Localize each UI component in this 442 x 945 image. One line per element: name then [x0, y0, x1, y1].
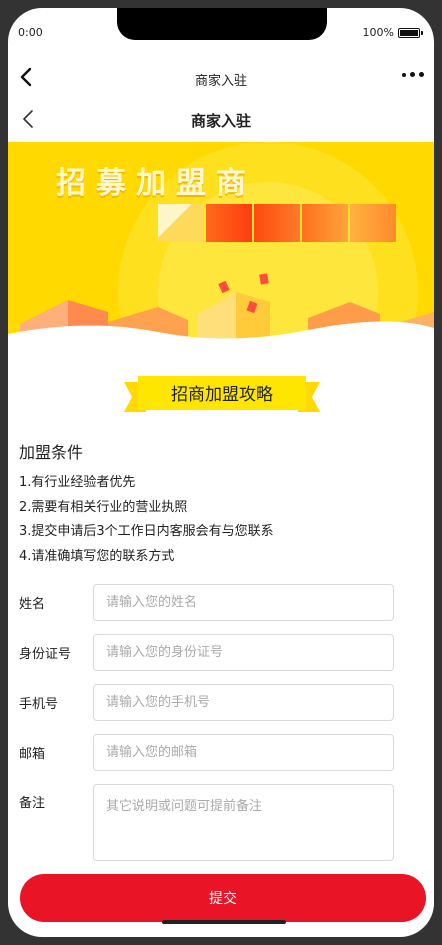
conditions-heading: 加盟条件: [19, 443, 84, 462]
pixelated-subtitle: [158, 204, 396, 242]
battery-icon: [398, 27, 423, 38]
remark-textarea[interactable]: [93, 784, 394, 861]
home-indicator: [162, 920, 286, 924]
id-card-input[interactable]: [93, 634, 394, 671]
banner-headline: 招募加盟商: [56, 166, 256, 201]
name-label: 姓名: [19, 597, 46, 612]
battery-status: 100%: [362, 26, 423, 39]
form-row-phone: 手机号: [8, 684, 434, 722]
page-header: 商家入驻: [8, 104, 434, 140]
page-title: 商家入驻: [190, 112, 251, 130]
phone-input[interactable]: [93, 684, 394, 721]
phone-screen: 0:00 100% 商家入驻 商家入驻 招募加盟商 招商加盟攻略 加盟条件 1.…: [8, 8, 434, 937]
submit-button[interactable]: 提交: [20, 874, 426, 922]
remark-label: 备注: [19, 796, 46, 811]
section-title: 招商加盟攻略: [171, 385, 273, 405]
form-row-name: 姓名: [8, 584, 434, 622]
list-item: 4.请准确填写您的联系方式: [19, 548, 175, 564]
list-item: 2.需要有相关行业的营业执照: [19, 499, 188, 515]
list-item: 3.提交申请后3个工作日内客服会有与您联系: [19, 524, 274, 539]
list-item: 1.有行业经验者优先: [19, 475, 136, 490]
more-dots-icon[interactable]: [402, 72, 424, 77]
conditions-list: 1.有行业经验者优先 2.需要有相关行业的营业执照 3.提交申请后3个工作日内客…: [19, 471, 274, 569]
battery-percent: 100%: [362, 26, 394, 39]
recruit-banner: 招募加盟商: [8, 142, 434, 344]
id-card-label: 身份证号: [19, 647, 72, 662]
email-input[interactable]: [93, 734, 394, 771]
status-time: 0:00: [18, 26, 43, 39]
email-label: 邮箱: [19, 747, 46, 762]
mini-program-title: 商家入驻: [194, 74, 247, 89]
mini-program-nav-bar: 商家入驻: [8, 58, 434, 98]
form-row-id-card: 身份证号: [8, 634, 434, 672]
form-row-remark: 备注: [8, 784, 434, 862]
form-row-email: 邮箱: [8, 734, 434, 772]
name-input[interactable]: [93, 584, 394, 621]
device-notch: [117, 8, 327, 40]
phone-label: 手机号: [19, 697, 59, 712]
